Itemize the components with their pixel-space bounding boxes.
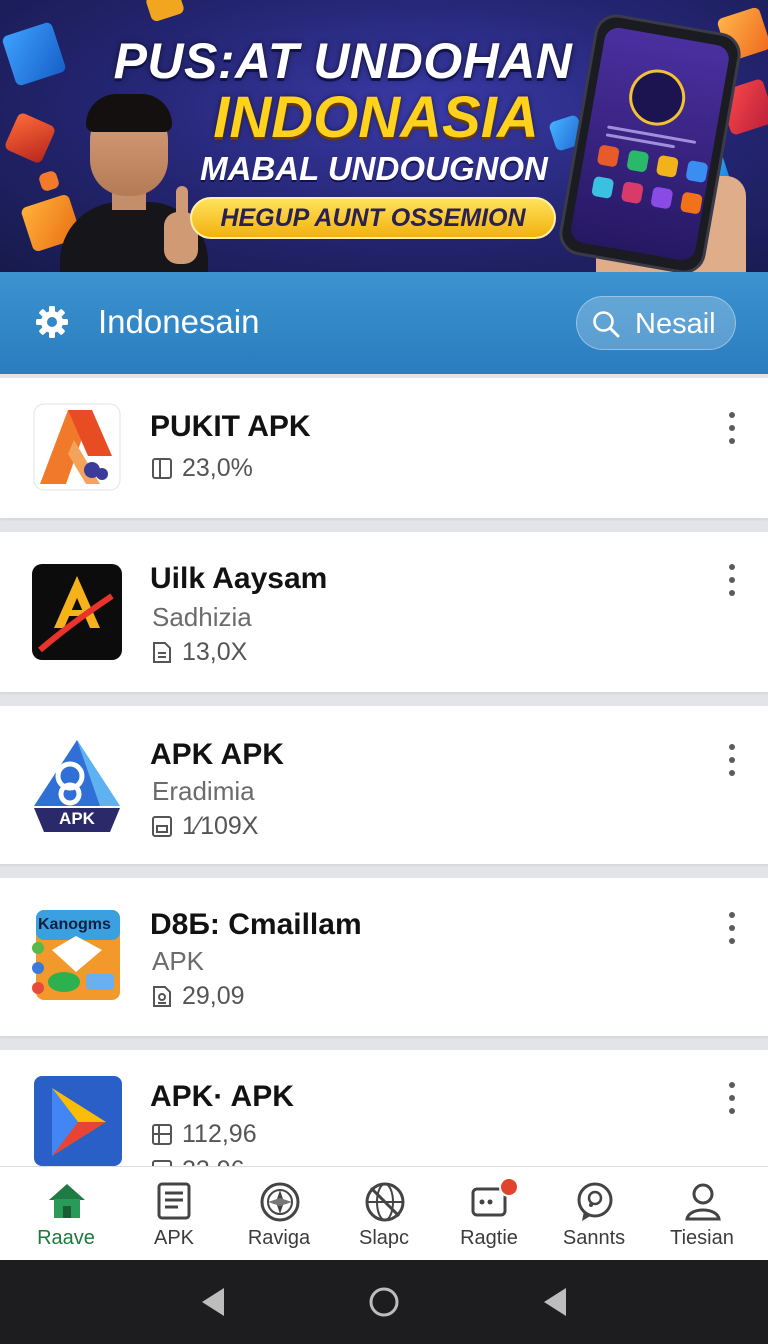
app-title: APK APK bbox=[150, 738, 284, 771]
nav-label: APK bbox=[153, 1227, 195, 1249]
file-icon bbox=[152, 458, 172, 479]
search-button[interactable]: Nesail bbox=[576, 296, 736, 350]
blocked-globe-icon bbox=[365, 1182, 405, 1222]
file-icon bbox=[153, 642, 171, 663]
document-icon bbox=[157, 1182, 191, 1220]
bottom-navigation: Raave APK Raviga Slapc Ragtie Sannts Tie… bbox=[0, 1166, 768, 1260]
nav-label: Tiesian bbox=[670, 1227, 734, 1249]
nav-label: Raviga bbox=[247, 1227, 311, 1249]
nav-item-raave[interactable]: Raave bbox=[16, 1177, 116, 1257]
app-icon-label: Kanogms bbox=[38, 916, 111, 933]
app-title: PUKIT APK bbox=[150, 410, 311, 443]
app-tile-decoration bbox=[1, 21, 67, 87]
app-tile-decoration bbox=[3, 111, 57, 165]
more-options-icon[interactable] bbox=[724, 1080, 740, 1116]
nav-item-sannts[interactable]: Sannts bbox=[544, 1177, 644, 1257]
list-item[interactable]: Kanogms D8Б: Cmaillam APK 29,09 bbox=[0, 878, 768, 1036]
more-options-icon[interactable] bbox=[724, 562, 740, 598]
chat-bubble-icon bbox=[577, 1182, 613, 1221]
app-size-value: 1⁄109X bbox=[182, 812, 259, 840]
promo-banner[interactable]: PUS:AT UNDOHAN INDONASIA MABAL UNDOUGNON… bbox=[0, 0, 768, 272]
more-options-icon[interactable] bbox=[724, 410, 740, 446]
banner-headline: PUS:AT UNDOHAN bbox=[113, 33, 573, 89]
app-subtitle: Sadhizia bbox=[152, 602, 252, 632]
app-icon bbox=[30, 562, 124, 660]
nav-item-tiesian[interactable]: Tiesian bbox=[652, 1177, 752, 1257]
back-icon[interactable] bbox=[196, 1284, 232, 1320]
nav-item-ragtie[interactable]: Ragtie bbox=[439, 1177, 539, 1257]
search-label: Nesail bbox=[635, 308, 716, 340]
app-size-value: 112,96 bbox=[182, 1120, 257, 1148]
nav-label: Raave bbox=[37, 1227, 95, 1249]
app-icon bbox=[30, 400, 124, 494]
home-circle-icon[interactable] bbox=[366, 1284, 402, 1320]
nav-label: Sannts bbox=[562, 1227, 626, 1249]
banner-subheadline: MABAL UNDOUGNON bbox=[200, 150, 548, 187]
file-icon bbox=[152, 816, 172, 837]
file-icon bbox=[153, 986, 171, 1007]
system-navigation-bar bbox=[0, 1260, 768, 1344]
app-size-value: 13,0X bbox=[182, 638, 248, 666]
nav-label: Slapc bbox=[358, 1227, 410, 1249]
notification-badge bbox=[499, 1177, 519, 1197]
app-icon: APK bbox=[30, 736, 124, 832]
app-subtitle: APK bbox=[152, 946, 205, 976]
app-icon bbox=[30, 1074, 124, 1166]
banner-cta-pill[interactable]: HEGUP AUNT OSSEMION bbox=[190, 197, 556, 239]
recents-icon[interactable] bbox=[538, 1284, 574, 1320]
list-item[interactable]: APK· APK 112,96 23,96 bbox=[0, 1050, 768, 1166]
app-size-value: 23,96 bbox=[182, 1156, 245, 1166]
app-icon-label: APK bbox=[59, 809, 95, 828]
app-title: APK· APK bbox=[150, 1080, 294, 1113]
more-options-icon[interactable] bbox=[724, 910, 740, 946]
compass-icon bbox=[260, 1182, 300, 1222]
profile-icon bbox=[685, 1183, 721, 1221]
app-size-value: 29,09 bbox=[182, 982, 245, 1010]
search-icon bbox=[593, 311, 620, 338]
app-size-value: 23,0% bbox=[182, 454, 253, 482]
app-subtitle: Eradimia bbox=[152, 776, 255, 806]
app-icon: Kanogms bbox=[30, 906, 124, 1000]
nav-item-apk[interactable]: APK bbox=[124, 1177, 224, 1257]
file-icon bbox=[152, 1160, 172, 1166]
list-item[interactable]: PUKIT APK 23,0% bbox=[0, 378, 768, 518]
list-item[interactable]: Uilk Aaysam Sadhizia 13,0X bbox=[0, 532, 768, 692]
nav-label: Ragtie bbox=[460, 1227, 518, 1249]
banner-headline-highlight: INDONASIA bbox=[213, 85, 539, 150]
nav-item-raviga[interactable]: Raviga bbox=[229, 1177, 329, 1257]
more-options-icon[interactable] bbox=[724, 742, 740, 778]
file-icon bbox=[152, 1124, 172, 1145]
page-title: Indonesain bbox=[98, 303, 260, 340]
app-title: Uilk Aaysam bbox=[150, 562, 328, 595]
list-item[interactable]: APK APK APK Eradimia 1⁄109X bbox=[0, 706, 768, 864]
banner-person-illustration bbox=[56, 94, 216, 272]
app-tile-decoration bbox=[144, 0, 186, 23]
app-title: D8Б: Cmaillam bbox=[150, 908, 362, 941]
home-icon bbox=[49, 1184, 85, 1218]
gear-icon[interactable] bbox=[34, 304, 70, 340]
nav-item-slapc[interactable]: Slapc bbox=[334, 1177, 434, 1257]
